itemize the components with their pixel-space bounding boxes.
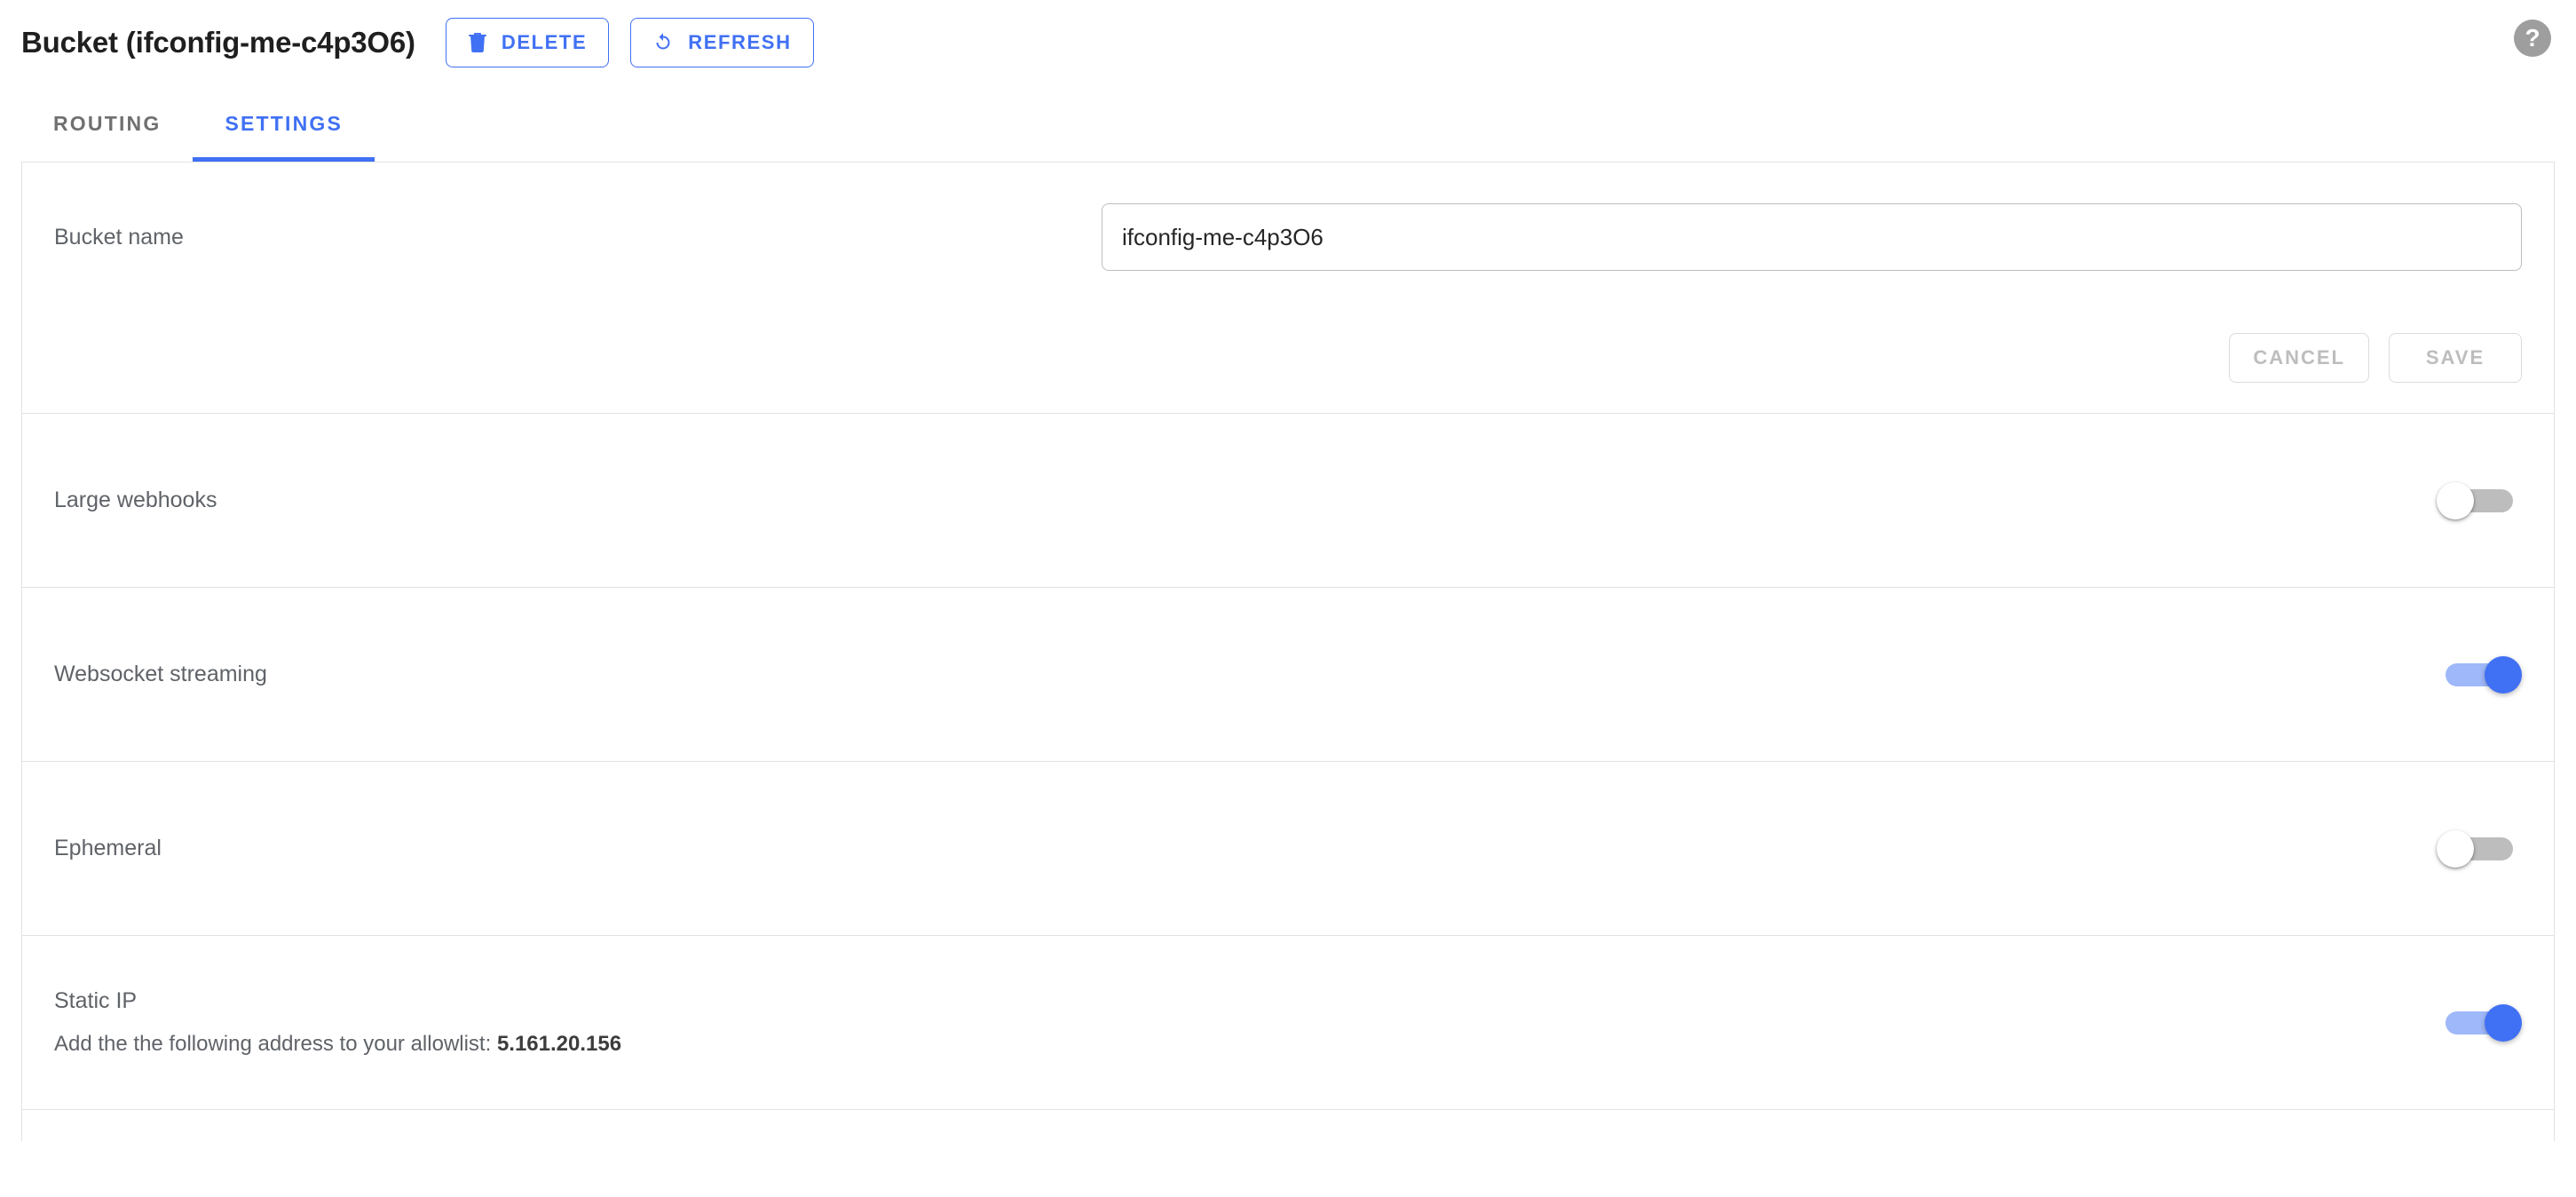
bucket-name-input[interactable] <box>1102 203 2522 271</box>
large-webhooks-label: Large webhooks <box>54 488 217 513</box>
tab-bar: ROUTING SETTINGS <box>0 85 2576 162</box>
toggle-knob <box>2437 482 2474 519</box>
static-ip-description: Add the the following address to your al… <box>54 1032 621 1057</box>
help-icon[interactable]: ? <box>2514 20 2551 57</box>
bucket-name-section: Bucket name CANCEL SAVE <box>22 163 2554 414</box>
setting-row-websocket-streaming: Websocket streaming <box>22 588 2554 762</box>
save-button[interactable]: SAVE <box>2389 333 2522 383</box>
websocket-streaming-label: Websocket streaming <box>54 662 267 687</box>
ephemeral-label: Ephemeral <box>54 836 162 861</box>
bucket-name-row: Bucket name <box>54 203 2522 271</box>
tab-routing[interactable]: ROUTING <box>21 85 193 162</box>
tab-settings[interactable]: SETTINGS <box>193 85 375 162</box>
tab-settings-label: SETTINGS <box>225 112 343 136</box>
page-header: Bucket (ifconfig-me-c4p3O6) DELETE REFRE… <box>0 0 2576 85</box>
refresh-icon <box>652 32 674 53</box>
websocket-streaming-toggle[interactable] <box>2437 654 2522 696</box>
help-icon-glyph: ? <box>2525 26 2540 51</box>
page-title: Bucket (ifconfig-me-c4p3O6) <box>21 26 415 59</box>
large-webhooks-toggle[interactable] <box>2437 480 2522 522</box>
ephemeral-toggle[interactable] <box>2437 828 2522 870</box>
refresh-button-label: REFRESH <box>688 31 791 54</box>
static-ip-description-prefix: Add the the following address to your al… <box>54 1032 497 1056</box>
static-ip-toggle[interactable] <box>2437 1002 2522 1044</box>
setting-row-large-webhooks: Large webhooks <box>22 414 2554 588</box>
bucket-name-label: Bucket name <box>54 225 184 250</box>
setting-row-ephemeral: Ephemeral <box>22 762 2554 936</box>
static-ip-text-block: Static IP Add the the following address … <box>54 988 621 1057</box>
toggle-knob <box>2437 830 2474 868</box>
delete-button[interactable]: DELETE <box>446 18 609 67</box>
delete-button-label: DELETE <box>502 31 587 54</box>
settings-card: Bucket name CANCEL SAVE Large webhooks W… <box>21 162 2555 1141</box>
static-ip-label: Static IP <box>54 988 621 1014</box>
toggle-knob <box>2485 1004 2522 1042</box>
form-actions: CANCEL SAVE <box>54 333 2522 383</box>
static-ip-address: 5.161.20.156 <box>497 1032 621 1056</box>
cancel-button[interactable]: CANCEL <box>2229 333 2369 383</box>
toggle-knob <box>2485 656 2522 694</box>
tab-routing-label: ROUTING <box>53 112 161 136</box>
trash-icon <box>468 32 487 53</box>
setting-row-static-ip: Static IP Add the the following address … <box>22 936 2554 1110</box>
refresh-button[interactable]: REFRESH <box>630 18 813 67</box>
